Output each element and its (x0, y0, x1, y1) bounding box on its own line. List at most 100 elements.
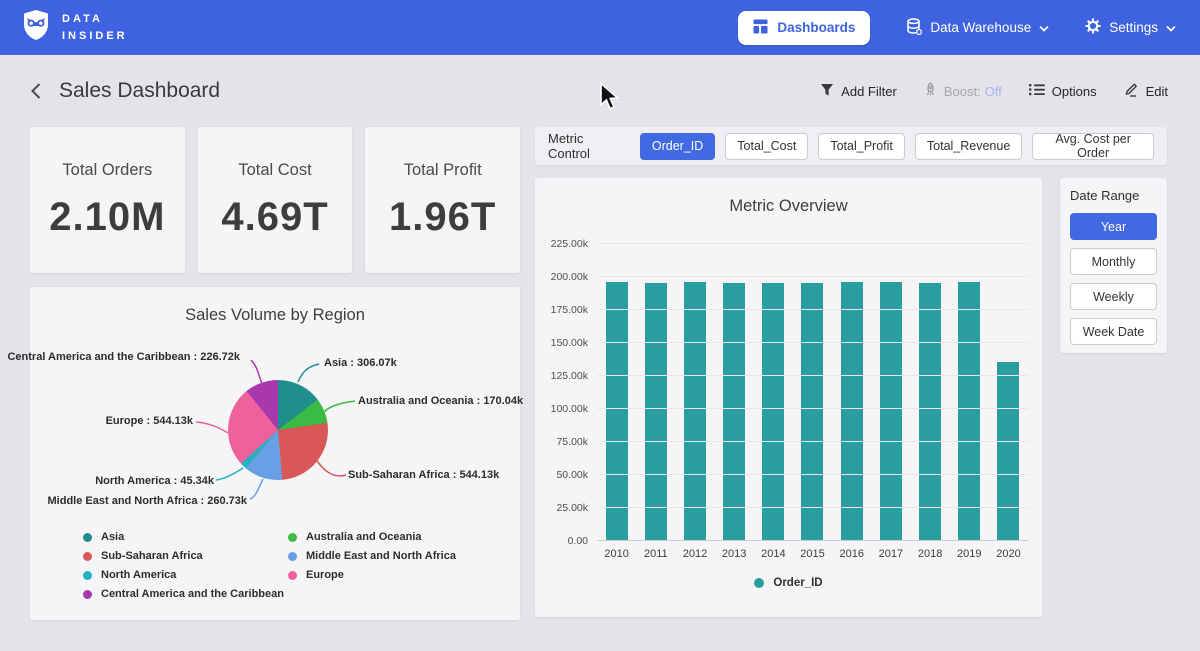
pie-legend-item-sub-saharan-africa: Sub-Saharan Africa (83, 550, 288, 562)
x-axis-label-2012: 2012 (675, 548, 714, 560)
pie-legend-item-asia: Asia (83, 531, 288, 543)
x-axis-label-2019: 2019 (950, 548, 989, 560)
pie-chart-title: Sales Volume by Region (30, 287, 520, 325)
pie-chart[interactable] (228, 380, 328, 480)
bar-2020[interactable] (997, 362, 1019, 541)
bar-2014[interactable] (762, 283, 784, 541)
date-range-option-year[interactable]: Year (1070, 213, 1157, 240)
kpi-value: 2.10M (49, 195, 165, 240)
pie-legend-item-north-america: North America (83, 569, 288, 581)
bar-chart-card: Metric Overview 0.0025.00k50.00k75.00k10… (535, 178, 1042, 617)
nav-dashboards-button[interactable]: Dashboards (738, 11, 870, 45)
pencil-icon (1124, 82, 1139, 100)
pie-label-central-america: Central America and the Caribbean : 226.… (7, 351, 240, 363)
legend-label: Australia and Oceania (306, 531, 422, 543)
kpi-value: 1.96T (389, 195, 496, 240)
metric-option-avg-cost-per-order[interactable]: Avg. Cost per Order (1032, 133, 1154, 160)
edit-button[interactable]: Edit (1124, 82, 1168, 100)
dashboard-grid-icon (753, 19, 768, 37)
date-range-option-week-date[interactable]: Week Date (1070, 318, 1157, 345)
kpi-value: 4.69T (221, 195, 328, 240)
rocket-icon (924, 82, 937, 100)
metric-control-label: Metric Control (548, 131, 627, 161)
gridline (597, 474, 1028, 475)
x-axis-label-2018: 2018 (911, 548, 950, 560)
bar-chart-x-axis: 2010201120122013201420152016201720182019… (597, 548, 1028, 560)
date-range-option-monthly[interactable]: Monthly (1070, 248, 1157, 275)
pie-label-north-america: North America : 45.34k (95, 475, 214, 487)
nav-data-warehouse-label: Data Warehouse (930, 20, 1031, 35)
metric-option-total-revenue[interactable]: Total_Revenue (915, 133, 1022, 160)
bar-2017[interactable] (880, 282, 902, 541)
chevron-down-icon (1039, 20, 1049, 35)
legend-label: Europe (306, 569, 344, 581)
legend-dot (288, 552, 297, 561)
boost-toggle[interactable]: Boost: Off (924, 82, 1002, 100)
brand-logo[interactable]: DATA INSIDER (22, 9, 128, 46)
legend-label: Middle East and North Africa (306, 550, 456, 562)
kpi-card-total-profit: Total Profit 1.96T (365, 127, 520, 273)
nav-data-warehouse-button[interactable]: Data Warehouse (906, 18, 1049, 38)
gridline (597, 441, 1028, 442)
metric-option-order-id[interactable]: Order_ID (640, 133, 715, 160)
bar-2019[interactable] (958, 282, 980, 541)
gridline (597, 540, 1028, 541)
legend-label: North America (101, 569, 176, 581)
metric-option-total-profit[interactable]: Total_Profit (818, 133, 905, 160)
top-nav: DATA INSIDER Dashboards (0, 0, 1200, 55)
pie-label-sub-saharan-africa: Sub-Saharan Africa : 544.13k (348, 469, 499, 481)
x-axis-label-2020: 2020 (989, 548, 1028, 560)
bar-2016[interactable] (841, 282, 863, 541)
bar-chart-title: Metric Overview (535, 178, 1042, 216)
chevron-down-icon (1166, 20, 1176, 35)
gear-icon (1085, 18, 1101, 37)
bar-2018[interactable] (919, 283, 941, 541)
gridline (597, 276, 1028, 277)
gridline (597, 408, 1028, 409)
page-title: Sales Dashboard (59, 79, 220, 103)
gridline (597, 342, 1028, 343)
boost-state: Off (985, 84, 1002, 99)
bar-2010[interactable] (606, 282, 628, 541)
y-axis-tick: 0.00 (568, 535, 588, 547)
x-axis-label-2014: 2014 (754, 548, 793, 560)
bar-chart-plot: 0.0025.00k50.00k75.00k100.00k125.00k150.… (597, 244, 1028, 541)
kpi-card-total-cost: Total Cost 4.69T (198, 127, 353, 273)
x-axis-label-2013: 2013 (715, 548, 754, 560)
bar-2012[interactable] (684, 282, 706, 541)
app-window: DATA INSIDER Dashboards (0, 0, 1200, 651)
legend-dot (83, 590, 92, 599)
gridline (597, 309, 1028, 310)
bar-2015[interactable] (801, 283, 823, 541)
add-filter-button[interactable]: Add Filter (820, 83, 897, 100)
nav-settings-button[interactable]: Settings (1085, 18, 1176, 37)
legend-dot (83, 533, 92, 542)
page-header: Sales Dashboard Add Filter Boost: Off (0, 55, 1200, 127)
metric-option-total-cost[interactable]: Total_Cost (725, 133, 808, 160)
options-button[interactable]: Options (1029, 83, 1097, 99)
y-axis-tick: 25.00k (556, 502, 588, 514)
back-button[interactable] (30, 82, 42, 100)
metric-control-bar: Metric Control Order_ID Total_Cost Total_P… (535, 127, 1167, 165)
pie-legend: Asia Australia and Oceania Sub-Saharan Afr… (83, 531, 520, 600)
database-icon (906, 18, 922, 38)
pie-label-asia: Asia : 306.07k (324, 357, 397, 369)
bar-2011[interactable] (645, 283, 667, 541)
y-axis-tick: 50.00k (556, 469, 588, 481)
kpi-card-total-orders: Total Orders 2.10M (30, 127, 185, 273)
x-axis-label-2010: 2010 (597, 548, 636, 560)
bar-chart-legend: Order_ID (535, 577, 1042, 589)
pie-legend-item-europe: Europe (288, 569, 493, 581)
bar-2013[interactable] (723, 283, 745, 541)
list-options-icon (1029, 83, 1045, 99)
kpi-label: Total Cost (238, 161, 311, 180)
legend-dot (83, 571, 92, 580)
legend-dot (288, 571, 297, 580)
legend-label: Asia (101, 531, 124, 543)
pie-label-europe: Europe : 544.13k (106, 415, 193, 427)
date-range-label: Date Range (1070, 188, 1157, 203)
x-axis-label-2017: 2017 (871, 548, 910, 560)
date-range-option-weekly[interactable]: Weekly (1070, 283, 1157, 310)
kpi-label: Total Orders (62, 161, 152, 180)
legend-label: Order_ID (773, 577, 822, 589)
